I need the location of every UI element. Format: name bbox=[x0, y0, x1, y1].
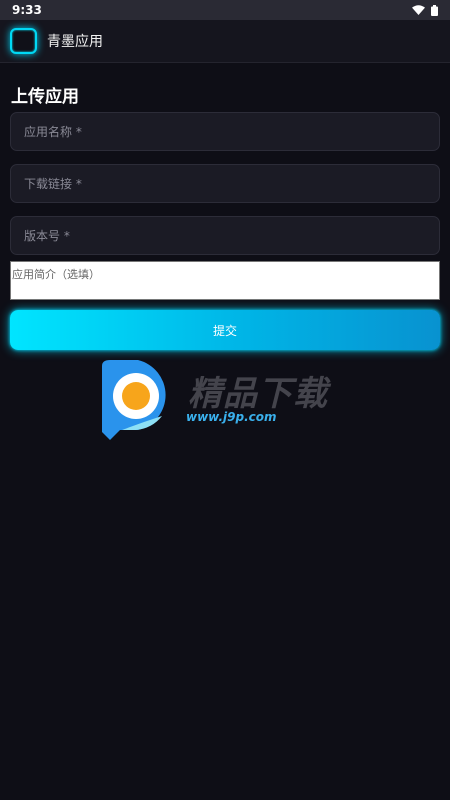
app-logo-icon bbox=[10, 28, 37, 54]
version-input[interactable]: 版本号 * bbox=[10, 216, 440, 255]
submit-button-label: 提交 bbox=[212, 323, 237, 338]
app-name-placeholder: 应用名称 * bbox=[24, 125, 82, 139]
download-link-placeholder: 下载链接 * bbox=[24, 177, 82, 191]
version-placeholder: 版本号 * bbox=[24, 229, 70, 243]
status-time: 9:33 bbox=[12, 3, 42, 17]
page-title: 上传应用 bbox=[11, 87, 79, 107]
app-title: 青墨应用 bbox=[47, 34, 103, 50]
app-bar: 青墨应用 bbox=[0, 20, 450, 63]
watermark-logo-icon bbox=[102, 360, 166, 440]
status-icons bbox=[412, 4, 438, 16]
app-name-input[interactable]: 应用名称 * bbox=[10, 112, 440, 151]
watermark: 精品下载 www.j9p.com bbox=[98, 358, 358, 443]
watermark-url: www.j9p.com bbox=[186, 410, 277, 424]
download-link-input[interactable]: 下载链接 * bbox=[10, 164, 440, 203]
description-placeholder: 应用简介（选填） bbox=[12, 268, 100, 281]
watermark-brand: 精品下载 bbox=[188, 374, 328, 414]
status-bar: 9:33 bbox=[0, 0, 450, 20]
submit-button[interactable]: 提交 bbox=[10, 310, 440, 350]
battery-icon bbox=[431, 4, 438, 16]
wifi-icon bbox=[412, 5, 425, 15]
description-textarea[interactable]: 应用简介（选填） bbox=[10, 261, 440, 300]
